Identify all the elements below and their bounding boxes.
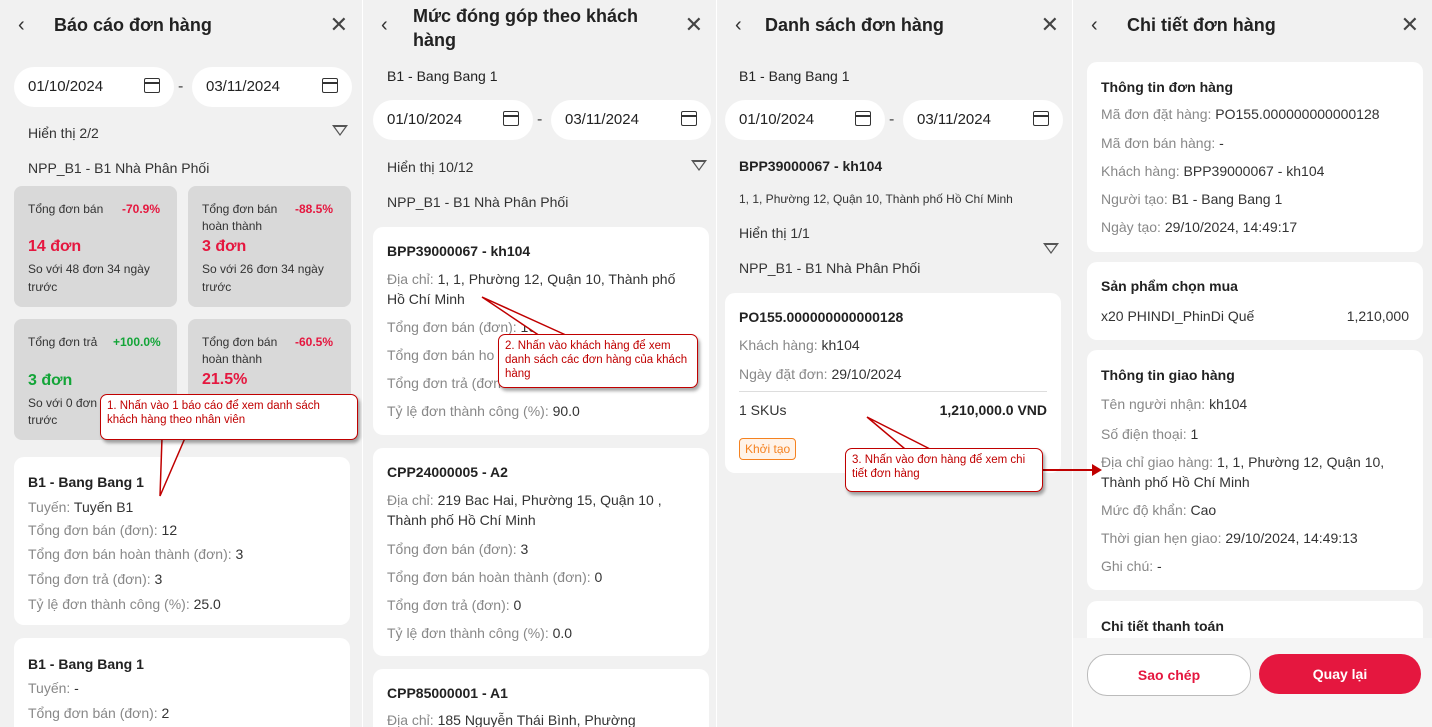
customer-card[interactable]: CPP24000005 - A2 Địa chỉ: 219 Bac Hai, P…: [373, 448, 709, 656]
back-icon[interactable]: ‹: [1091, 14, 1098, 37]
callout-step-3: 3. Nhấn vào đơn hàng để xem chi tiết đơn…: [845, 448, 1043, 492]
back-icon[interactable]: ‹: [735, 14, 742, 37]
report-panel: ‹ Báo cáo đơn hàng ✕ 01/10/2024 - 03/11/…: [0, 0, 362, 727]
filter-icon[interactable]: [1043, 243, 1059, 254]
page-title: Mức đóng góp theo khách hàng: [413, 6, 639, 50]
distributor-label: NPP_B1 - B1 Nhà Phân Phối: [387, 194, 569, 210]
seller-name: B1 - Bang Bang 1: [387, 68, 498, 84]
filter-icon[interactable]: [332, 125, 348, 136]
seller-name: B1 - Bang Bang 1: [739, 68, 850, 84]
order-detail-panel: ‹ Chi tiết đơn hàng ✕ Thông tin đơn hàng…: [1072, 0, 1432, 727]
page-title: Danh sách đơn hàng: [765, 15, 944, 35]
calendar-icon: [855, 111, 871, 126]
order-info-card: Thông tin đơn hàng Mã đơn đặt hàng: PO15…: [1087, 62, 1423, 252]
callout-step-1: 1. Nhấn vào 1 báo cáo để xem danh sách k…: [100, 394, 358, 440]
customer-address: 1, 1, Phường 12, Quận 10, Thành phố Hồ C…: [739, 192, 1013, 206]
date-to-input[interactable]: 03/11/2024: [903, 100, 1063, 140]
back-icon[interactable]: ‹: [18, 14, 25, 37]
seller-card[interactable]: B1 - Bang Bang 1 Tuyến: - Tổng đơn bán (…: [14, 638, 350, 727]
display-count: Hiển thị 10/12: [387, 159, 474, 175]
back-icon[interactable]: ‹: [381, 14, 388, 37]
callout-step-2: 2. Nhấn vào khách hàng để xem danh sách …: [498, 334, 698, 388]
payment-card: Chi tiết thanh toán: [1087, 601, 1423, 641]
back-button[interactable]: Quay lại: [1259, 654, 1421, 694]
distributor-label: NPP_B1 - B1 Nhà Phân Phối: [739, 260, 921, 276]
order-list-panel: ‹ Danh sách đơn hàng ✕ B1 - Bang Bang 1 …: [716, 0, 1073, 727]
distributor-label: NPP_B1 - B1 Nhà Phân Phối: [28, 160, 210, 176]
header: ‹ Báo cáo đơn hàng ✕: [0, 0, 362, 52]
order-card[interactable]: PO155.000000000000128 Khách hàng: kh104 …: [725, 293, 1061, 473]
copy-button[interactable]: Sao chép: [1087, 654, 1251, 696]
close-icon[interactable]: ✕: [1401, 12, 1419, 38]
page-title: Báo cáo đơn hàng: [54, 15, 212, 35]
customer-name: BPP39000067 - kh104: [739, 158, 883, 174]
sku-count: 1 SKUs: [739, 402, 787, 418]
status-badge: Khởi tạo: [739, 438, 797, 460]
header: ‹ Mức đóng góp theo khách hàng ✕: [363, 0, 717, 52]
calendar-icon: [681, 111, 697, 126]
header: ‹ Chi tiết đơn hàng ✕: [1073, 0, 1432, 52]
date-from-input[interactable]: 01/10/2024: [725, 100, 885, 140]
date-from-input[interactable]: 01/10/2024: [14, 67, 174, 107]
date-from-input[interactable]: 01/10/2024: [373, 100, 533, 140]
stat-card-total-sales[interactable]: Tổng đơn bán -70.9% 14 đơn So với 48 đơn…: [14, 186, 177, 307]
date-to-input[interactable]: 03/11/2024: [551, 100, 711, 140]
customer-card[interactable]: BPP39000067 - kh104 Địa chỉ: 1, 1, Phườn…: [373, 227, 709, 435]
close-icon[interactable]: ✕: [685, 12, 703, 38]
calendar-icon: [322, 78, 338, 93]
customer-card[interactable]: CPP85000001 - A1 Địa chỉ: 185 Nguyễn Thá…: [373, 669, 709, 727]
header: ‹ Danh sách đơn hàng ✕: [717, 0, 1073, 52]
order-amount: 1,210,000.0 VND: [939, 402, 1047, 418]
close-icon[interactable]: ✕: [1041, 12, 1059, 38]
stat-card-completed-sales[interactable]: Tổng đơn bán hoàn thành -88.5% 3 đơn So …: [188, 186, 351, 307]
calendar-icon: [503, 111, 519, 126]
product-card: Sản phẩm chọn mua x20 PHINDI_PhinDi Quế …: [1087, 262, 1423, 340]
seller-card[interactable]: B1 - Bang Bang 1 Tuyến: Tuyến B1 Tổng đơ…: [14, 457, 350, 625]
date-to-input[interactable]: 03/11/2024: [192, 67, 352, 107]
filter-icon[interactable]: [691, 160, 707, 171]
display-count: Hiển thị 2/2: [28, 125, 99, 141]
close-icon[interactable]: ✕: [330, 12, 348, 38]
calendar-icon: [144, 78, 160, 93]
page-title: Chi tiết đơn hàng: [1127, 15, 1276, 35]
calendar-icon: [1033, 111, 1049, 126]
display-count: Hiển thị 1/1: [739, 225, 810, 241]
shipping-card: Thông tin giao hàng Tên người nhận: kh10…: [1087, 350, 1423, 590]
